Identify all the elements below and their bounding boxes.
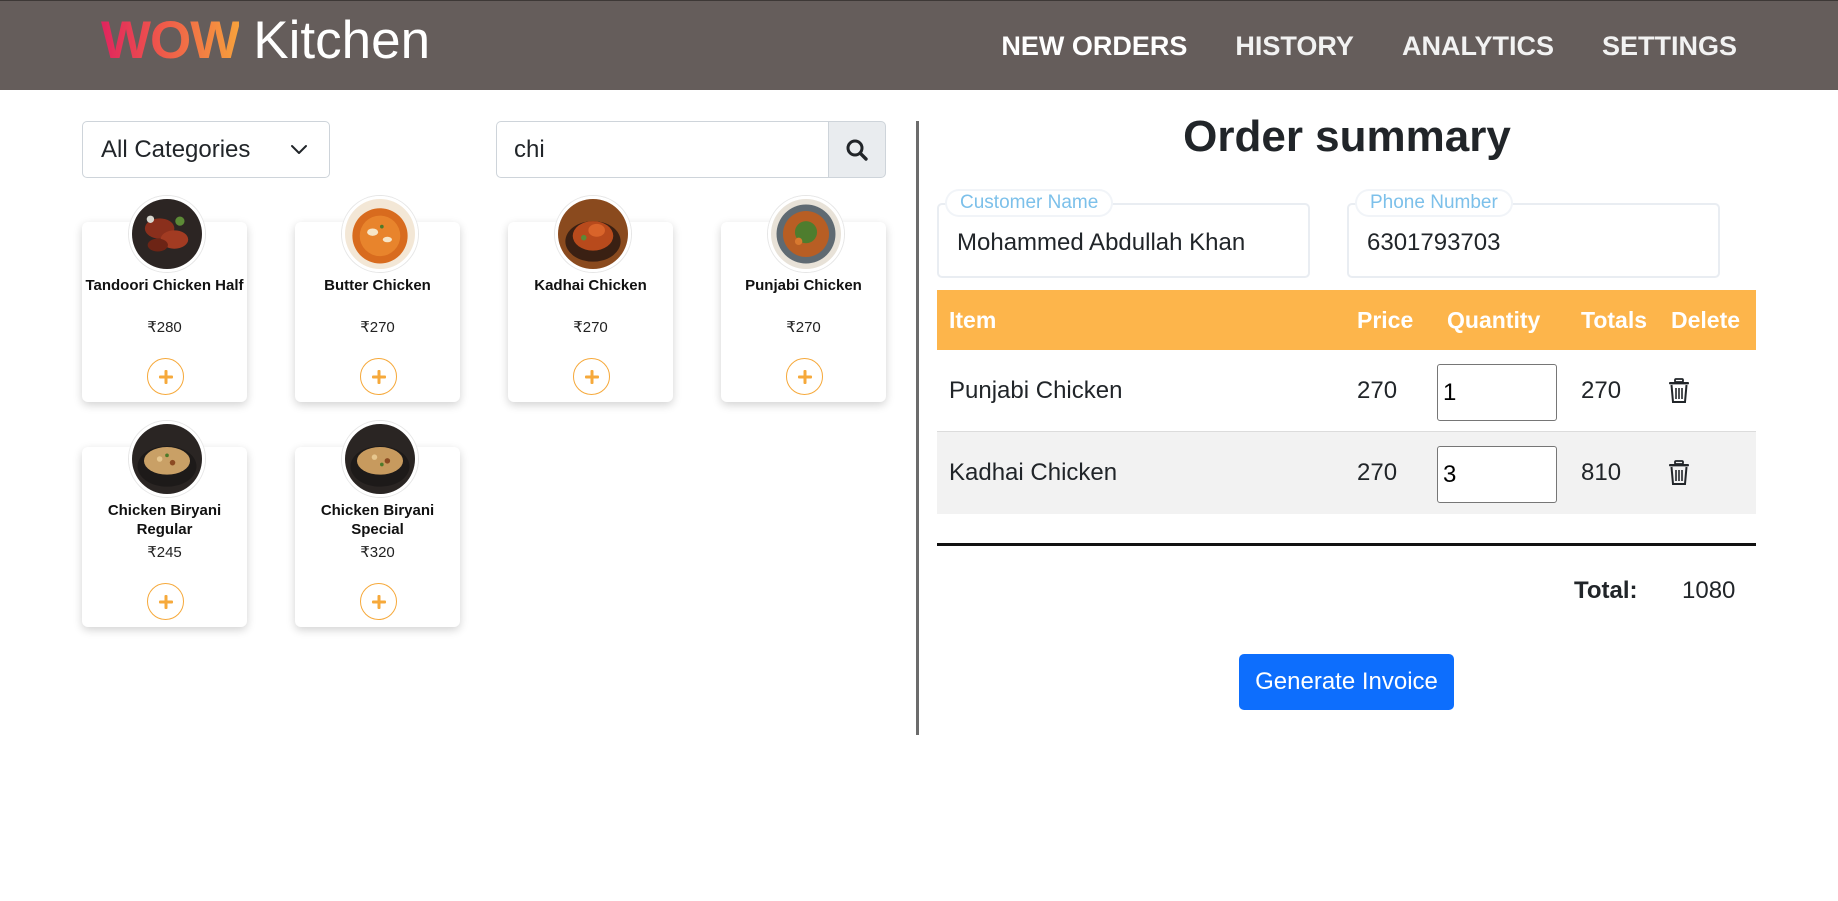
plus-icon — [797, 369, 812, 384]
add-item-button[interactable] — [147, 358, 184, 395]
brand-wow-text: WOW — [101, 11, 240, 70]
chicken-biryani-image — [129, 421, 205, 497]
customer-name-label: Customer Name — [947, 191, 1112, 215]
column-header-delete: Delete — [1671, 307, 1741, 333]
order-row: Kadhai Chicken 270 3 810 — [937, 432, 1756, 514]
nav-settings[interactable]: SETTINGS — [1602, 29, 1737, 63]
panel-divider — [916, 121, 919, 735]
search-button[interactable] — [828, 121, 886, 178]
menu-item-name: Chicken Biryani Regular — [107, 502, 222, 538]
menu-item-name: Kadhai Chicken — [534, 277, 647, 294]
order-row-item: Kadhai Chicken — [949, 459, 1118, 486]
customer-name-value: Mohammed Abdullah Khan — [957, 229, 1246, 256]
menu-item-name: Tandoori Chicken Half — [85, 277, 244, 294]
column-header-item: Item — [949, 307, 997, 333]
column-header-quantity: Quantity — [1447, 307, 1541, 333]
order-row-total: 810 — [1581, 459, 1622, 486]
total-value: 1080 — [1682, 577, 1736, 604]
menu-item-price: ₹320 — [360, 544, 395, 561]
menu-card: Kadhai Chicken ₹270 — [508, 196, 673, 402]
phone-number-value: 6301793703 — [1367, 229, 1501, 256]
menu-card: Chicken Biryani Special ₹320 — [295, 421, 460, 627]
menu-card: Punjabi Chicken ₹270 — [721, 196, 886, 402]
menu-card: Butter Chicken ₹270 — [295, 196, 460, 402]
category-select-value: All Categories — [101, 135, 251, 163]
add-item-button[interactable] — [360, 358, 397, 395]
search-input-value: chi — [514, 135, 545, 163]
punjabi-chicken-image — [768, 196, 844, 272]
plus-icon — [158, 369, 173, 384]
top-navbar: WOW Kitchen NEW ORDERS HISTORY ANALYTICS… — [0, 0, 1838, 90]
tandoori-chicken-image — [129, 196, 205, 272]
menu-item-price: ₹280 — [147, 319, 182, 336]
nav-new-orders[interactable]: NEW ORDERS — [1001, 29, 1187, 63]
order-summary-title: Order summary — [1183, 112, 1511, 161]
quantity-input-value: 1 — [1443, 379, 1457, 406]
order-row-total: 270 — [1581, 377, 1622, 404]
trash-icon[interactable] — [1667, 378, 1691, 404]
order-row: Punjabi Chicken 270 1 270 — [937, 350, 1756, 432]
plus-icon — [584, 369, 599, 384]
total-label: Total: — [1574, 577, 1638, 604]
category-select[interactable]: All Categories — [82, 121, 330, 178]
add-item-button[interactable] — [360, 583, 397, 620]
menu-card: Chicken Biryani Regular ₹245 — [82, 421, 247, 627]
menu-item-name: Chicken Biryani Special — [320, 502, 435, 538]
plus-icon — [371, 369, 386, 384]
search-input[interactable]: chi — [496, 121, 828, 178]
chevron-down-icon — [291, 145, 307, 154]
phone-number-field[interactable]: Phone Number 6301793703 — [1347, 191, 1720, 278]
search-group: chi — [496, 121, 886, 178]
total-divider — [937, 543, 1756, 546]
menu-item-price: ₹270 — [573, 319, 608, 336]
nav-history[interactable]: HISTORY — [1235, 29, 1354, 63]
column-header-totals: Totals — [1581, 307, 1648, 333]
menu-item-price: ₹270 — [360, 319, 395, 336]
generate-invoice-button[interactable]: Generate Invoice — [1239, 654, 1454, 710]
order-row-item: Punjabi Chicken — [949, 377, 1123, 404]
kadhai-chicken-image — [555, 196, 631, 272]
add-item-button[interactable] — [786, 358, 823, 395]
add-item-button[interactable] — [573, 358, 610, 395]
plus-icon — [158, 594, 173, 609]
quantity-input[interactable]: 1 — [1437, 364, 1557, 421]
column-header-price: Price — [1357, 307, 1414, 333]
chicken-biryani-special-image — [342, 421, 418, 497]
menu-item-name: Punjabi Chicken — [745, 277, 862, 294]
trash-icon[interactable] — [1667, 460, 1691, 486]
butter-chicken-image — [342, 196, 418, 272]
nav-analytics[interactable]: ANALYTICS — [1402, 29, 1554, 63]
menu-item-name: Butter Chicken — [324, 277, 431, 294]
add-item-button[interactable] — [147, 583, 184, 620]
menu-item-price: ₹245 — [147, 544, 182, 561]
menu-card: Tandoori Chicken Half ₹280 — [82, 196, 247, 402]
plus-icon — [371, 594, 386, 609]
search-icon — [846, 139, 868, 161]
menu-item-price: ₹270 — [786, 319, 821, 336]
quantity-input-value: 3 — [1443, 461, 1457, 488]
phone-number-label: Phone Number — [1357, 191, 1511, 215]
order-row-price: 270 — [1357, 377, 1398, 404]
brand-name-text: Kitchen — [253, 11, 431, 70]
order-table-header: Item Price Quantity Totals Delete — [937, 290, 1756, 350]
customer-name-field[interactable]: Customer Name Mohammed Abdullah Khan — [937, 191, 1310, 278]
nav-links: NEW ORDERS HISTORY ANALYTICS SETTINGS — [1001, 29, 1737, 63]
quantity-input[interactable]: 3 — [1437, 446, 1557, 503]
brand-logo[interactable]: WOW Kitchen — [101, 11, 430, 71]
order-row-price: 270 — [1357, 459, 1398, 486]
